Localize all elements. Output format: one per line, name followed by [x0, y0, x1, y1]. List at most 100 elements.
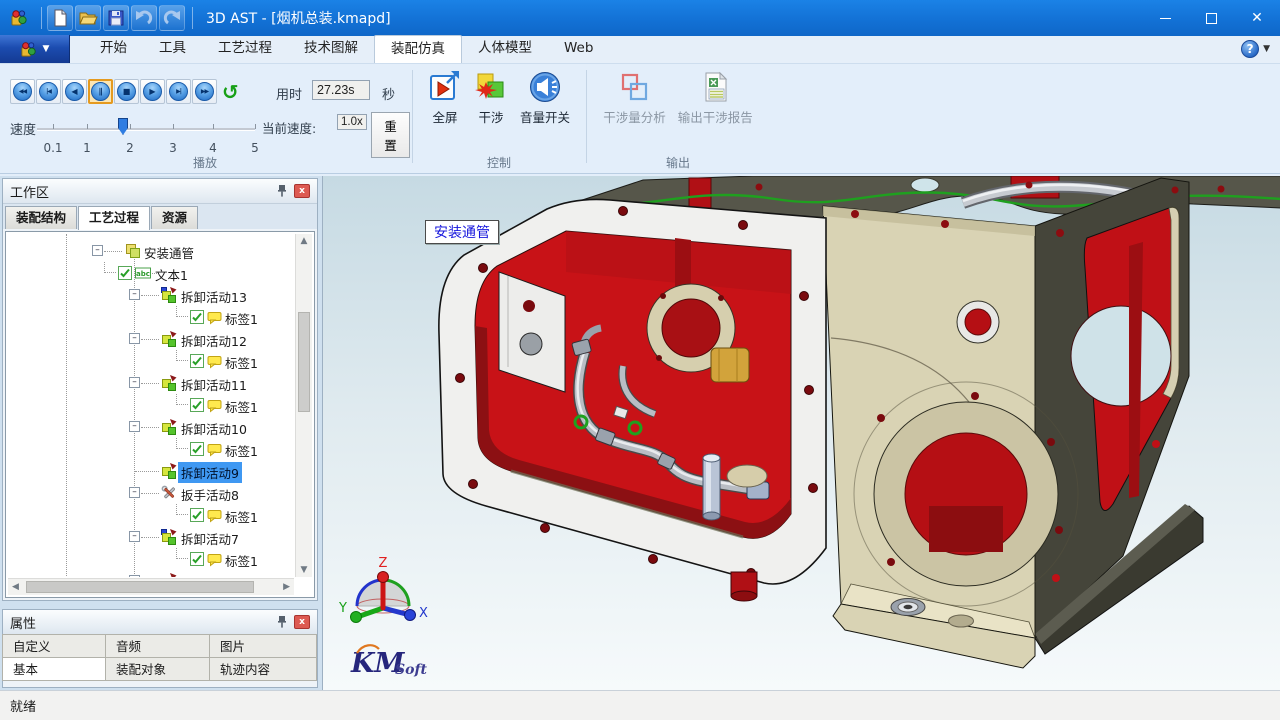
tree-item-label[interactable]: 拆卸活动7: [178, 528, 242, 549]
tree-item-label[interactable]: 拆卸活动11: [178, 374, 250, 395]
properties-tab-自定义[interactable]: 自定义: [2, 634, 106, 658]
properties-tab-装配对象[interactable]: 装配对象: [105, 657, 210, 681]
tree-item-拆卸活动12[interactable]: – 拆卸活动12: [8, 328, 294, 350]
minimize-button[interactable]: [1142, 0, 1188, 36]
redo-icon[interactable]: [159, 5, 185, 31]
checkbox-checked-icon[interactable]: [190, 552, 204, 566]
tree-item-label[interactable]: 拆卸活动9: [178, 462, 242, 483]
properties-close-button[interactable]: x: [294, 615, 310, 629]
workspace-tab-2[interactable]: 工艺过程: [78, 206, 150, 230]
tree-item-拆卸活动11[interactable]: –拆卸活动11: [8, 372, 294, 394]
tree-vscroll-thumb[interactable]: [298, 312, 310, 412]
properties-tab-基本[interactable]: 基本: [2, 657, 106, 681]
tree-item-扳手活动8[interactable]: – 扳手活动8: [8, 482, 294, 504]
tree-item-标签1[interactable]: 标签1: [8, 350, 294, 372]
tree-item-安装通管[interactable]: – 安装通管: [8, 240, 294, 262]
speed-slider-track[interactable]: [37, 128, 255, 131]
checkbox-checked-icon[interactable]: [190, 442, 204, 456]
tree-item-标签1[interactable]: 标签1: [8, 504, 294, 526]
pin-icon[interactable]: [276, 615, 288, 629]
close-button[interactable]: ✕: [1234, 0, 1280, 36]
checkbox-checked-icon[interactable]: [118, 266, 132, 280]
tree-vertical-scrollbar[interactable]: ▲ ▼: [295, 234, 312, 577]
tree-item-label[interactable]: 拆卸活动13: [178, 286, 250, 307]
tree-item-label[interactable]: 拆卸活动12: [178, 330, 250, 351]
ribbon-tab-6[interactable]: 人体模型: [462, 35, 548, 63]
playback-skip-to-end-button[interactable]: ▶|: [166, 79, 191, 104]
volume-button[interactable]: 音量开关: [516, 68, 574, 128]
workspace-tab-3[interactable]: 资源: [151, 206, 198, 229]
chevron-down-icon[interactable]: ▼: [1263, 44, 1270, 54]
checkbox-checked-icon[interactable]: [190, 508, 204, 522]
playback-play-button[interactable]: ▶: [140, 79, 165, 104]
ribbon-tab-1[interactable]: 开始: [84, 35, 143, 63]
tree-item-label[interactable]: 安装通管: [141, 242, 197, 263]
fullscreen-button[interactable]: 全屏: [424, 68, 466, 128]
tree-item-标签1[interactable]: 标签1: [8, 438, 294, 460]
tree-item-label[interactable]: 标签1: [222, 396, 261, 417]
new-document-icon[interactable]: [47, 5, 73, 31]
app-menu-button[interactable]: ▼: [0, 35, 70, 63]
tree-expander-icon[interactable]: –: [129, 575, 140, 577]
tree-item-文本1[interactable]: abc文本1: [8, 262, 294, 284]
tree-expander-icon[interactable]: –: [129, 333, 140, 344]
save-icon[interactable]: [103, 5, 129, 31]
tree-item-label[interactable]: 标签1: [222, 308, 261, 329]
help-icon[interactable]: ?: [1241, 40, 1259, 58]
tree-item-标签1[interactable]: 标签1: [8, 394, 294, 416]
properties-tab-图片[interactable]: 图片: [209, 634, 317, 658]
properties-tab-音频[interactable]: 音频: [105, 634, 210, 658]
scroll-down-icon[interactable]: ▼: [296, 565, 312, 575]
tree-item-label[interactable]: 拆卸活动6: [178, 572, 242, 577]
elapsed-time-field[interactable]: [312, 80, 370, 100]
checkbox-checked-icon[interactable]: [190, 310, 204, 324]
playback-pause-button[interactable]: ∥: [88, 79, 113, 104]
tree-item-label[interactable]: 标签1: [222, 440, 261, 461]
tree-item-拆卸活动6[interactable]: – 拆卸活动6: [8, 570, 294, 577]
workspace-close-button[interactable]: x: [294, 184, 310, 198]
tree-item-label[interactable]: 扳手活动8: [178, 484, 242, 505]
scroll-left-icon[interactable]: ◀: [12, 582, 19, 592]
tree-item-拆卸活动13[interactable]: – 拆卸活动13: [8, 284, 294, 306]
tree-item-拆卸活动10[interactable]: – 拆卸活动10: [8, 416, 294, 438]
interference-button[interactable]: 干涉: [470, 68, 512, 128]
tree-item-label[interactable]: 拆卸活动10: [178, 418, 250, 439]
open-folder-icon[interactable]: [75, 5, 101, 31]
properties-tab-轨迹内容[interactable]: 轨迹内容: [209, 657, 317, 681]
ribbon-tab-4[interactable]: 技术图解: [288, 35, 374, 63]
tree-expander-icon[interactable]: –: [129, 487, 140, 498]
speed-slider-thumb[interactable]: [118, 118, 128, 135]
tree-expander-icon[interactable]: –: [129, 421, 140, 432]
playback-replay-button[interactable]: ↻: [218, 79, 243, 104]
ribbon-tab-5[interactable]: 装配仿真: [374, 35, 462, 63]
checkbox-checked-icon[interactable]: [190, 354, 204, 368]
tree-item-拆卸活动9[interactable]: 拆卸活动9: [8, 460, 294, 482]
ribbon-tab-3[interactable]: 工艺过程: [202, 35, 288, 63]
current-speed-field[interactable]: [337, 114, 367, 130]
ribbon-tab-2[interactable]: 工具: [143, 35, 202, 63]
workspace-tab-1[interactable]: 装配结构: [5, 206, 77, 229]
pin-icon[interactable]: [276, 184, 288, 198]
playback-step-back-button[interactable]: ◀: [62, 79, 87, 104]
tree-horizontal-scrollbar[interactable]: ◀ ▶: [8, 578, 294, 595]
playback-rewind-button[interactable]: ◀◀: [10, 79, 35, 104]
undo-icon[interactable]: [131, 5, 157, 31]
tree-item-label[interactable]: 标签1: [222, 506, 261, 527]
scroll-up-icon[interactable]: ▲: [296, 236, 312, 246]
tree-expander-icon[interactable]: –: [129, 531, 140, 542]
playback-stop-button[interactable]: ■: [114, 79, 139, 104]
tree-item-label[interactable]: 标签1: [222, 352, 261, 373]
tree-item-标签1[interactable]: 标签1: [8, 306, 294, 328]
reset-button[interactable]: 重置: [371, 112, 410, 158]
tree-item-label[interactable]: 标签1: [222, 550, 261, 571]
checkbox-checked-icon[interactable]: [190, 398, 204, 412]
playback-fast-forward-button[interactable]: ▶▶: [192, 79, 217, 104]
tree-expander-icon[interactable]: –: [92, 245, 103, 256]
tree-hscroll-thumb[interactable]: [26, 581, 254, 593]
maximize-button[interactable]: [1188, 0, 1234, 36]
scroll-right-icon[interactable]: ▶: [283, 582, 290, 592]
tree-expander-icon[interactable]: –: [129, 289, 140, 300]
ribbon-tab-7[interactable]: Web: [548, 35, 609, 63]
viewport-3d[interactable]: Z X Y KM Soft 安装通管: [322, 176, 1280, 690]
tree-item-标签1[interactable]: 标签1: [8, 548, 294, 570]
